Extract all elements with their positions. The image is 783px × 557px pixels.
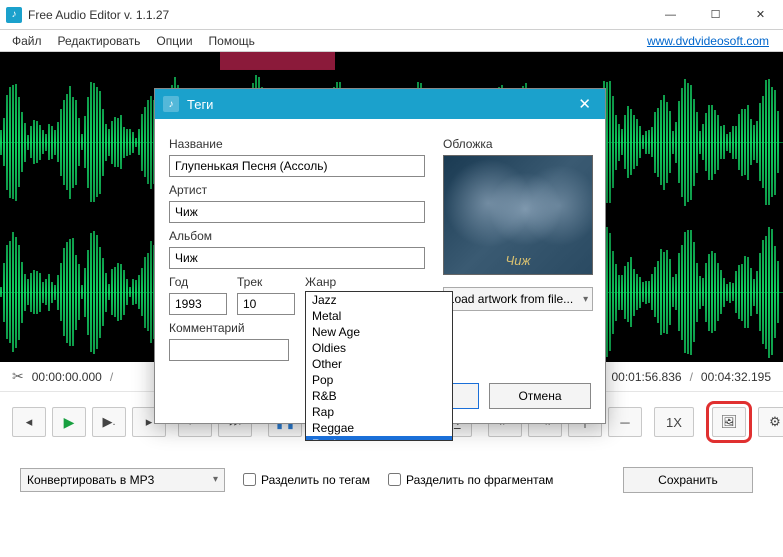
dialog-title: Теги — [187, 97, 213, 112]
convert-format-select[interactable]: Конвертировать в MP3 — [20, 468, 225, 492]
cancel-button[interactable]: Отмена — [489, 383, 591, 409]
split-by-fragments-label: Разделить по фрагментам — [406, 473, 553, 487]
vendor-link[interactable]: www.dvdvideosoft.com — [647, 34, 769, 48]
load-artwork-button[interactable]: Load artwork from file... — [443, 287, 593, 311]
menubar: Файл Редактировать Опции Помощь www.dvdv… — [0, 30, 783, 52]
total-time: 00:04:32.195 — [701, 370, 771, 384]
input-track[interactable] — [237, 293, 295, 315]
input-year[interactable] — [169, 293, 227, 315]
label-artist: Артист — [169, 183, 425, 197]
menu-file[interactable]: Файл — [4, 32, 50, 50]
genre-option[interactable]: Rock — [306, 436, 452, 441]
cover-artwork[interactable]: Чиж — [443, 155, 593, 275]
label-track: Трек — [237, 275, 295, 289]
time-separator: / — [110, 370, 113, 384]
input-artist[interactable] — [169, 201, 425, 223]
label-genre: Жанр — [305, 275, 425, 289]
minimize-button[interactable]: — — [648, 0, 693, 30]
genre-option[interactable]: Reggae — [306, 420, 452, 436]
zoom-out-button[interactable]: － — [608, 407, 642, 437]
genre-option[interactable]: Metal — [306, 308, 452, 324]
bottom-bar: Конвертировать в MP3 Разделить по тегам … — [0, 452, 783, 507]
input-title[interactable] — [169, 155, 425, 177]
play-button[interactable]: ▶ — [52, 407, 86, 437]
menu-help[interactable]: Помощь — [201, 32, 263, 50]
split-by-tags-checkbox[interactable] — [243, 473, 256, 486]
label-year: Год — [169, 275, 227, 289]
dialog-icon: ♪ — [163, 96, 179, 112]
genre-option[interactable]: Jazz — [306, 292, 452, 308]
scissors-icon — [12, 368, 24, 385]
genre-option[interactable]: Other — [306, 356, 452, 372]
dialog-titlebar[interactable]: ♪ Теги ✕ — [155, 89, 605, 119]
dialog-close-button[interactable]: ✕ — [572, 95, 597, 113]
label-album: Альбом — [169, 229, 425, 243]
cover-caption: Чиж — [506, 253, 531, 268]
prev-marker-button[interactable]: ◂ — [12, 407, 46, 437]
time-separator: / — [690, 370, 693, 384]
split-by-fragments-checkbox[interactable] — [388, 473, 401, 486]
play-selection-button[interactable]: ▶. — [92, 407, 126, 437]
split-by-tags-row[interactable]: Разделить по тегам — [243, 473, 370, 487]
genre-option[interactable]: R&B — [306, 388, 452, 404]
convert-format-label: Конвертировать в MP3 — [27, 473, 154, 487]
menu-options[interactable]: Опции — [148, 32, 200, 50]
label-title: Название — [169, 137, 425, 151]
split-by-fragments-row[interactable]: Разделить по фрагментам — [388, 473, 553, 487]
close-button[interactable]: ✕ — [738, 0, 783, 30]
selection-start-time: 00:00:00.000 — [32, 370, 102, 384]
genre-option[interactable]: Oldies — [306, 340, 452, 356]
genre-option[interactable]: Rap — [306, 404, 452, 420]
input-album[interactable] — [169, 247, 425, 269]
label-cover: Обложка — [443, 137, 593, 151]
selection-region[interactable] — [220, 52, 335, 70]
genre-option[interactable]: Pop — [306, 372, 452, 388]
load-artwork-label: Load artwork from file... — [448, 292, 573, 306]
app-icon: ♪ — [6, 7, 22, 23]
selection-end-time: 00:01:56.836 — [612, 370, 682, 384]
save-button[interactable]: Сохранить — [623, 467, 753, 493]
split-by-tags-label: Разделить по тегам — [261, 473, 370, 487]
menu-edit[interactable]: Редактировать — [50, 32, 149, 50]
genre-option[interactable]: New Age — [306, 324, 452, 340]
settings-button[interactable]: ⚙ — [758, 407, 783, 437]
zoom-level[interactable]: 1X — [654, 407, 694, 437]
titlebar: ♪ Free Audio Editor v. 1.1.27 — ☐ ✕ — [0, 0, 783, 30]
window-title: Free Audio Editor v. 1.1.27 — [28, 8, 648, 22]
maximize-button[interactable]: ☐ — [693, 0, 738, 30]
tags-artwork-button[interactable]: 🖼 — [712, 407, 746, 437]
highlight-ring: 🖼 — [706, 401, 752, 443]
tags-dialog: ♪ Теги ✕ Название Артист Альбом Год Трек — [154, 88, 606, 424]
window-controls: — ☐ ✕ — [648, 0, 783, 30]
input-comment[interactable] — [169, 339, 289, 361]
genre-dropdown[interactable]: JazzMetalNew AgeOldiesOtherPopR&BRapRegg… — [305, 291, 453, 441]
